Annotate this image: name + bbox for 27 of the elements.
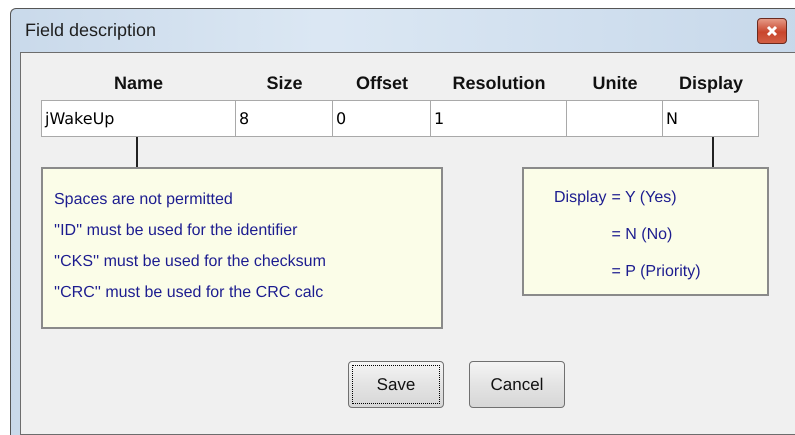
leader-line [712,137,714,167]
leader-line [136,137,138,167]
note-text: ''ID'' must be used for the identifier [54,221,298,241]
column-header: Resolution [452,73,546,95]
note-text: ''CRC'' must be used for the CRC calc [54,283,324,303]
save-button[interactable]: Save [348,361,444,408]
column-header: Unite [592,73,638,95]
note-text: = P (Priority) [611,262,701,282]
cancel-button[interactable]: Cancel [469,361,565,408]
table-cell[interactable] [567,100,663,137]
note-text: = N (No) [611,225,674,245]
table-cell[interactable]: jWakeUp [41,100,236,137]
column-header: Size [265,73,304,95]
column-header: Name [112,73,164,95]
table-cell[interactable]: 8 [236,100,333,137]
note-label: Display [554,188,606,208]
note-text: = Y (Yes) [611,188,678,208]
note-text: Spaces are not permitted [54,190,234,210]
column-header: Display [678,73,744,95]
table-cell[interactable]: N [663,100,759,137]
table-cell[interactable]: 1 [431,100,567,137]
note-text: ''CKS'' must be used for the checksum [54,252,327,272]
close-button[interactable] [757,18,787,44]
close-icon [766,24,778,36]
window-title: Field description [24,20,156,41]
table-cell[interactable]: 0 [333,100,431,137]
column-header: Offset [354,73,409,95]
